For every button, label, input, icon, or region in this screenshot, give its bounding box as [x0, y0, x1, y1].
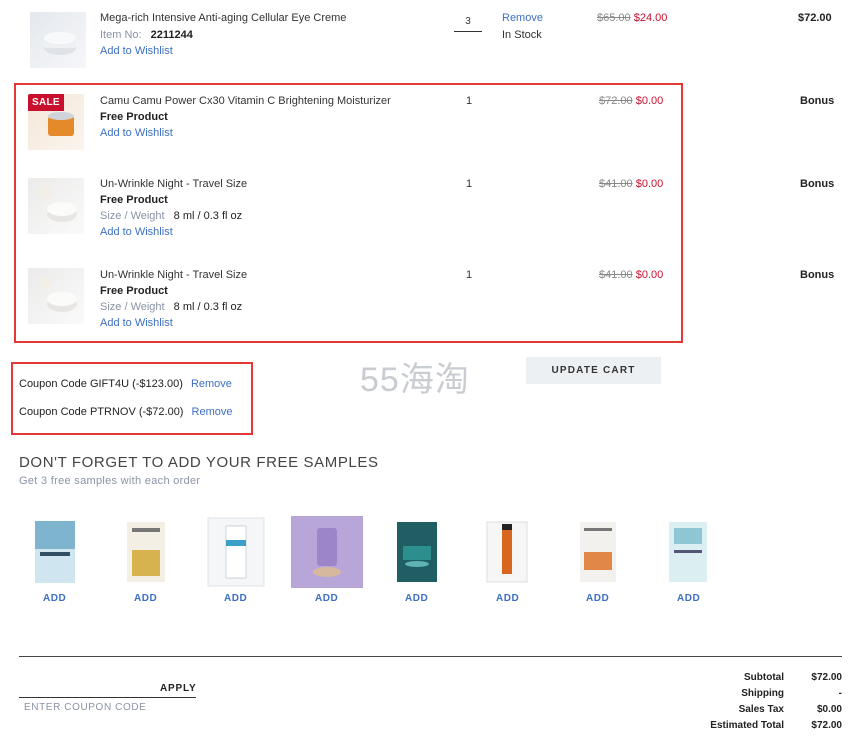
quantity: 1: [466, 95, 473, 107]
remove-coupon-link[interactable]: Remove: [192, 406, 233, 418]
size-row: Size / Weight 8 ml / 0.3 fl oz: [100, 210, 242, 222]
jar-icon: [40, 276, 77, 312]
add-sample-button[interactable]: ADD: [586, 593, 609, 604]
line-total: Bonus: [800, 178, 835, 190]
shipping-value: -: [838, 688, 842, 699]
add-sample-button[interactable]: ADD: [496, 593, 519, 604]
samples-heading: DON'T FORGET TO ADD YOUR FREE SAMPLES: [19, 454, 379, 471]
estimated-total-label: Estimated Total: [710, 720, 784, 731]
product-name[interactable]: Un-Wrinkle Night - Travel Size: [100, 178, 247, 190]
item-number-label: Item No:: [100, 29, 142, 41]
coupon-row: Coupon Code PTRNOV (-$72.00) Remove: [19, 406, 233, 418]
size-value: 8 ml / 0.3 fl oz: [173, 301, 243, 313]
add-sample-button[interactable]: ADD: [315, 593, 338, 604]
sale-price: $0.00: [635, 178, 664, 190]
stock-status: In Stock: [502, 29, 542, 41]
original-price: $72.00: [599, 95, 633, 107]
free-product-label: Free Product: [100, 194, 168, 206]
line-total: Bonus: [800, 269, 835, 281]
sales-tax-label: Sales Tax: [738, 704, 784, 715]
samples-subheading: Get 3 free samples with each order: [19, 475, 201, 487]
coupons-highlight: [11, 362, 253, 435]
price: $72.00 $0.00: [599, 95, 663, 107]
subtotal-value: $72.00: [811, 672, 842, 683]
item-number: 2211244: [150, 29, 193, 41]
subtotal-label: Subtotal: [744, 672, 784, 683]
product-name[interactable]: Un-Wrinkle Night - Travel Size: [100, 269, 247, 281]
coupon-input-underline: [19, 697, 196, 698]
sample-product[interactable]: [562, 516, 634, 588]
sale-price: $0.00: [635, 95, 664, 107]
add-sample-button[interactable]: ADD: [224, 593, 247, 604]
size-row: Size / Weight 8 ml / 0.3 fl oz: [100, 301, 242, 313]
update-cart-button[interactable]: UPDATE CART: [526, 357, 661, 384]
add-to-wishlist-link[interactable]: Add to Wishlist: [100, 226, 173, 238]
product-image-unwrinkle-night[interactable]: [28, 268, 84, 324]
coupon-row: Coupon Code GIFT4U (-$123.00) Remove: [19, 378, 232, 390]
sample-product[interactable]: [20, 516, 92, 588]
sample-product[interactable]: [110, 516, 182, 588]
quantity: 1: [466, 269, 473, 281]
add-to-wishlist-link[interactable]: Add to Wishlist: [100, 45, 173, 57]
add-sample-button[interactable]: ADD: [43, 593, 66, 604]
coupon-text: Coupon Code PTRNOV (-$72.00): [19, 406, 184, 418]
sales-tax-value: $0.00: [816, 704, 842, 715]
sale-badge: SALE: [28, 94, 64, 111]
price: $41.00 $0.00: [599, 178, 663, 190]
size-label: Size / Weight: [100, 301, 165, 313]
add-sample-button[interactable]: ADD: [405, 593, 428, 604]
price: $41.00 $0.00: [599, 269, 663, 281]
free-product-label: Free Product: [100, 111, 168, 123]
product-image-eye-creme[interactable]: [30, 12, 86, 68]
quantity-input[interactable]: 3: [454, 12, 482, 32]
sale-price: $24.00: [633, 12, 668, 24]
sample-product[interactable]: [471, 516, 543, 588]
add-sample-button[interactable]: ADD: [134, 593, 157, 604]
line-total: $72.00: [798, 12, 832, 24]
original-price: $41.00: [599, 178, 633, 190]
watermark: 55海淘: [360, 361, 470, 399]
add-to-wishlist-link[interactable]: Add to Wishlist: [100, 317, 173, 329]
product-image-camu-camu[interactable]: SALE: [28, 94, 84, 150]
sample-product[interactable]: [291, 516, 363, 588]
sample-product[interactable]: [381, 516, 453, 588]
coupon-text: Coupon Code GIFT4U (-$123.00): [19, 378, 183, 390]
price: $65.00 $24.00: [597, 12, 667, 24]
item-number-row: Item No: 2211244: [100, 29, 193, 41]
divider: [19, 656, 842, 657]
sample-product[interactable]: [652, 516, 724, 588]
product-name[interactable]: Mega-rich Intensive Anti-aging Cellular …: [100, 12, 346, 24]
line-total: Bonus: [800, 95, 835, 107]
original-price: $41.00: [599, 269, 633, 281]
product-name[interactable]: Camu Camu Power Cx30 Vitamin C Brighteni…: [100, 95, 391, 107]
remove-coupon-link[interactable]: Remove: [191, 378, 232, 390]
coupon-code-input[interactable]: ENTER COUPON CODE: [24, 702, 146, 713]
add-to-wishlist-link[interactable]: Add to Wishlist: [100, 127, 173, 139]
jar-icon: [40, 186, 77, 222]
size-label: Size / Weight: [100, 210, 165, 222]
size-value: 8 ml / 0.3 fl oz: [173, 210, 243, 222]
estimated-total-value: $72.00: [811, 720, 842, 731]
sale-price: $0.00: [635, 269, 664, 281]
original-price: $65.00: [597, 12, 631, 24]
shipping-label: Shipping: [741, 688, 784, 699]
add-sample-button[interactable]: ADD: [677, 593, 700, 604]
product-image-unwrinkle-night[interactable]: [28, 178, 84, 234]
apply-coupon-button[interactable]: APPLY: [160, 683, 196, 694]
remove-item-link[interactable]: Remove: [502, 12, 543, 24]
jar-icon: [44, 32, 76, 55]
free-product-label: Free Product: [100, 285, 168, 297]
sample-product[interactable]: [200, 516, 272, 588]
quantity: 1: [466, 178, 473, 190]
